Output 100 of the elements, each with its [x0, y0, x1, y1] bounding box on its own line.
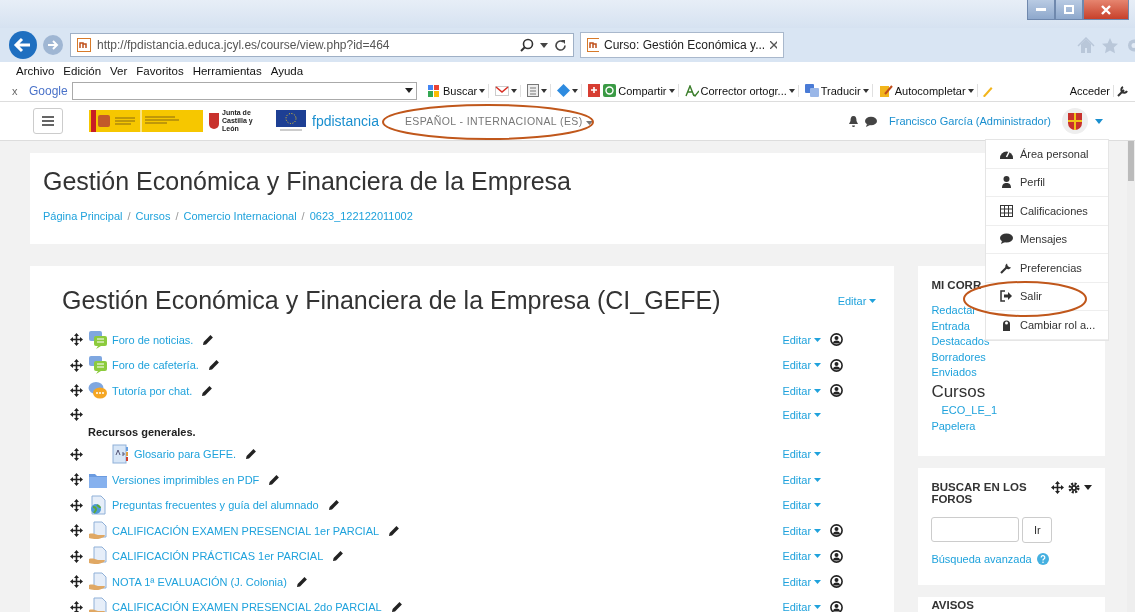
caret-icon[interactable] [405, 88, 413, 93]
user-circle-icon[interactable] [830, 384, 844, 398]
mail-folder-link[interactable]: Entrada [931, 319, 970, 332]
activity-link[interactable]: CALIFICACIÓN PRÁCTICAS 1er PARCIAL [112, 550, 324, 563]
activity-link[interactable]: Preguntas frecuentes y guía del alumnado [112, 499, 319, 512]
go-button[interactable]: Ir [1022, 517, 1053, 543]
move-icon[interactable] [70, 473, 83, 487]
user-circle-icon[interactable] [830, 333, 844, 347]
menu-item[interactable]: Archivo [16, 65, 55, 77]
user-circle-icon[interactable] [830, 358, 844, 372]
move-icon[interactable] [70, 358, 83, 372]
wrench-icon[interactable] [1117, 84, 1129, 97]
avatar-icon[interactable] [1061, 107, 1089, 135]
toolbar-button[interactable]: Traducir [801, 84, 873, 97]
advanced-search-link[interactable]: Búsqueda avanzada [931, 553, 1032, 565]
browser-tab[interactable]: Curso: Gestión Económica y... [580, 32, 784, 58]
bell-icon[interactable] [848, 115, 859, 127]
star-icon[interactable] [1101, 36, 1119, 54]
user-name-link[interactable]: Francisco García (Administrador) [889, 115, 1051, 127]
mail-folder-link[interactable]: Enviados [931, 366, 977, 379]
maximize-button[interactable] [1055, 0, 1083, 20]
toolbar-button[interactable]: Buscar [424, 83, 490, 98]
edit-menu-link[interactable]: Editar [782, 448, 822, 461]
menu-item[interactable]: Ayuda [270, 65, 304, 77]
pencil-icon[interactable] [202, 333, 215, 346]
user-menu-item[interactable]: Calificaciones [986, 197, 1108, 226]
pencil-icon[interactable] [245, 448, 258, 461]
minimize-button[interactable] [1027, 0, 1055, 20]
edit-menu-link[interactable]: Editar [782, 499, 822, 512]
move-icon[interactable] [1051, 481, 1064, 494]
close-toolbar-button[interactable]: x [12, 84, 26, 97]
move-icon[interactable] [70, 333, 83, 347]
move-icon[interactable] [70, 384, 83, 398]
breadcrumb-link[interactable]: Cursos [135, 210, 171, 222]
trash-link[interactable]: Papelera [931, 419, 976, 432]
back-button[interactable] [8, 30, 38, 60]
pencil-icon[interactable] [390, 601, 403, 612]
chat-icon[interactable] [865, 115, 877, 127]
user-circle-icon[interactable] [830, 524, 844, 538]
menu-button[interactable] [33, 108, 63, 134]
move-icon[interactable] [70, 498, 83, 512]
edit-menu-link[interactable]: Editar [782, 384, 822, 397]
user-menu-item[interactable]: Cambiar rol a... [986, 311, 1108, 340]
mail-folder-link[interactable]: Redactar [931, 304, 976, 316]
breadcrumb-link[interactable]: 0623_122122011002 [309, 210, 413, 222]
login-link[interactable]: Acceder [1066, 84, 1114, 97]
edit-menu-link[interactable]: Editar [782, 408, 822, 421]
activity-link[interactable]: NOTA 1ª EVALUACIÓN (J. Colonia) [112, 575, 287, 588]
menu-item[interactable]: Edición [63, 65, 102, 77]
activity-link[interactable]: Glosario para GEFE. [134, 448, 237, 461]
close-button[interactable] [1083, 0, 1129, 20]
edit-menu-link[interactable]: Editar [782, 550, 822, 563]
move-icon[interactable] [70, 600, 83, 612]
edit-menu-link[interactable]: Editar [837, 294, 877, 307]
pencil-icon[interactable] [388, 524, 401, 537]
pencil-icon[interactable] [332, 550, 345, 563]
caret-icon[interactable] [1084, 485, 1092, 490]
breadcrumb-link[interactable]: Página Principal [43, 210, 123, 222]
user-menu-item[interactable]: Preferencias [986, 254, 1108, 283]
user-circle-icon[interactable] [830, 549, 844, 563]
site-name-link[interactable]: fpdistancia [312, 113, 379, 129]
toolbar-button[interactable]: Autocompletar [875, 84, 978, 97]
edit-menu-link[interactable]: Editar [782, 575, 822, 588]
search-field[interactable] [72, 81, 417, 100]
menu-item[interactable]: Herramientas [192, 65, 262, 77]
activity-link[interactable]: Foro de noticias. [112, 333, 194, 346]
user-menu-item[interactable]: Perfil [986, 168, 1108, 197]
toolbar-button[interactable] [492, 84, 522, 97]
move-icon[interactable] [70, 524, 83, 538]
move-icon[interactable] [70, 408, 83, 421]
search-input[interactable] [931, 517, 1020, 542]
move-icon[interactable] [70, 549, 83, 563]
user-menu-item[interactable]: Área personal [986, 140, 1108, 169]
edit-menu-link[interactable]: Editar [782, 524, 822, 537]
pencil-icon[interactable] [207, 359, 220, 372]
pencil-icon[interactable] [268, 473, 281, 486]
activity-link[interactable]: Foro de cafetería. [112, 359, 199, 372]
activity-link[interactable]: Versiones imprimibles en PDF [112, 473, 260, 486]
user-circle-icon[interactable] [830, 575, 844, 589]
toolbar-button[interactable]: Corrector ortogr... [681, 84, 799, 97]
search-icon[interactable] [520, 38, 534, 52]
scrollbar[interactable] [1127, 141, 1135, 612]
edit-menu-link[interactable]: Editar [782, 333, 822, 346]
toolbar-button[interactable]: Compartir [585, 84, 679, 97]
settings-icon[interactable] [1068, 481, 1080, 494]
close-icon[interactable] [770, 41, 777, 49]
move-icon[interactable] [70, 447, 83, 461]
mail-folder-link[interactable]: Borradores [931, 350, 986, 363]
menu-item[interactable]: Favoritos [136, 65, 184, 77]
toolbar-button[interactable] [554, 84, 583, 97]
activity-link[interactable]: Tutoría por chat. [112, 384, 193, 397]
address-field[interactable]: http://fpdistancia.educa.jcyl.es/course/view.php?id=464 [70, 33, 574, 57]
activity-link[interactable]: CALIFICACIÓN EXAMEN PRESENCIAL 1er PARCIAL [112, 524, 380, 537]
caret-icon[interactable] [540, 42, 548, 48]
toolbar-button[interactable] [524, 84, 552, 97]
edit-menu-link[interactable]: Editar [782, 473, 822, 486]
pencil-icon[interactable] [201, 384, 214, 397]
pencil-icon[interactable] [295, 575, 308, 588]
pencil-icon[interactable] [327, 499, 340, 512]
breadcrumb-link[interactable]: Comercio Internacional [183, 210, 297, 222]
